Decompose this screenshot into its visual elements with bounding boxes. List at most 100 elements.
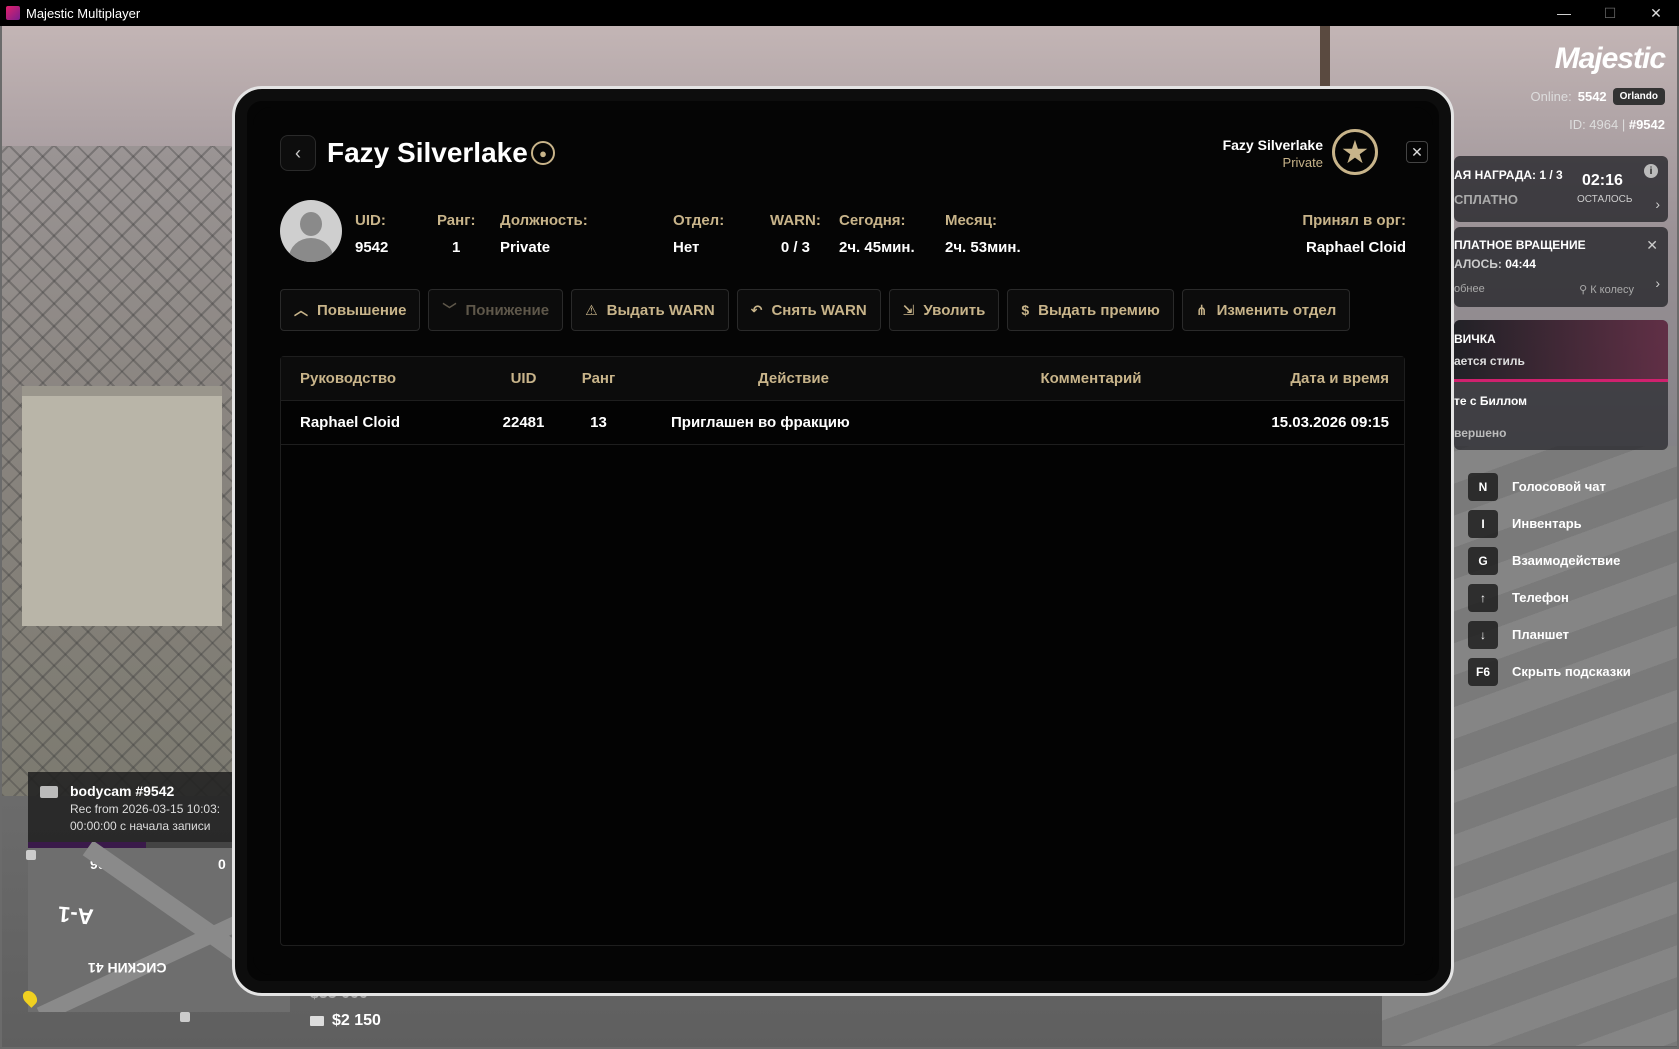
reward-status: СПЛАТНО bbox=[1454, 192, 1519, 207]
change-department-button[interactable]: ⋔ Изменить отдел bbox=[1181, 289, 1351, 331]
hint-hide: F6 Скрыть подсказки bbox=[1468, 653, 1631, 690]
quest-done: вершено bbox=[1454, 426, 1507, 440]
quest-header bbox=[1454, 320, 1668, 382]
avatar bbox=[280, 200, 342, 262]
daily-reward-card[interactable]: АЯ НАГРАДА: 1 / 3 СПЛАТНО 02:16 ОСТАЛОСЬ… bbox=[1454, 156, 1668, 222]
hierarchy-icon: ⋔ bbox=[1195, 301, 1208, 318]
reward-title: АЯ НАГРАДА: 1 / 3 bbox=[1454, 168, 1563, 182]
remove-warn-button[interactable]: ↶ Снять WARN bbox=[736, 289, 881, 331]
stat-hired-by: Принял в орг: Raphael Cloid bbox=[1302, 212, 1406, 256]
stat-department: Отдел: Нет bbox=[673, 212, 724, 256]
stat-label: Должность: bbox=[500, 212, 588, 229]
hint-key: N bbox=[1468, 472, 1498, 501]
undo-icon: ↶ bbox=[750, 301, 763, 318]
id-value: #9542 bbox=[1628, 117, 1665, 132]
dollar-coin-icon: $ bbox=[1021, 302, 1030, 318]
quest-task: те с Биллом bbox=[1454, 394, 1528, 408]
cell-datetime: 15.03.2026 09:15 bbox=[1271, 414, 1389, 431]
reward-timer: 02:16 bbox=[1582, 172, 1623, 189]
camera-icon bbox=[40, 786, 58, 798]
chevron-right-icon[interactable]: › bbox=[1655, 275, 1660, 291]
app-icon bbox=[6, 6, 20, 20]
stat-value: Нет bbox=[673, 239, 700, 256]
hint-label: Планшет bbox=[1512, 627, 1569, 642]
give-bonus-button[interactable]: $ Выдать премию bbox=[1007, 289, 1174, 331]
warn-doc-icon: ⚠ bbox=[585, 301, 598, 318]
hint-phone: ↑ Телефон bbox=[1468, 579, 1631, 616]
pin-icon: ⚲ bbox=[1579, 284, 1591, 296]
cell-uid: 22481 bbox=[502, 414, 545, 431]
key-hints: N Голосовой чат I Инвентарь G Взаимодействи… bbox=[1468, 468, 1631, 690]
hint-tablet: ↓ Планшет bbox=[1468, 616, 1631, 653]
member-modal: ‹ Fazy Silverlake ● Fazy Silverlake Priv… bbox=[232, 86, 1454, 996]
window-title: Majestic Multiplayer bbox=[26, 5, 141, 21]
chevron-up-icon: ︿ bbox=[294, 302, 308, 318]
reward-timer-label: ОСТАЛОСЬ bbox=[1577, 194, 1633, 205]
spin-option-details[interactable]: обнее bbox=[1454, 283, 1485, 296]
quest-card[interactable]: ВИЧКА ается стиль те с Биллом вершено bbox=[1454, 320, 1668, 450]
promote-button[interactable]: ︿ Повышение bbox=[280, 289, 421, 331]
spin-options: обнее ⚲ К колесу bbox=[1454, 283, 1634, 296]
close-button[interactable]: ✕ bbox=[1406, 141, 1428, 163]
chevron-down-icon: ﹀ bbox=[442, 302, 457, 318]
stat-position: Должность: Private bbox=[500, 212, 588, 256]
spin-remaining: АЛОСЬ: 04:44 bbox=[1454, 257, 1536, 271]
stat-value: Raphael Cloid bbox=[1305, 239, 1406, 256]
stat-value: 0 / 3 bbox=[780, 239, 810, 256]
hint-voice-chat: N Голосовой чат bbox=[1468, 468, 1631, 505]
stat-label: Сегодня: bbox=[839, 212, 906, 229]
stat-value: Private bbox=[500, 239, 551, 256]
modal-content: ‹ Fazy Silverlake ● Fazy Silverlake Priv… bbox=[253, 107, 1433, 975]
demote-button[interactable]: ﹀ Понижение bbox=[428, 289, 564, 331]
building-scenery bbox=[22, 386, 222, 626]
compass-heading: 0 bbox=[218, 856, 226, 872]
hint-key: G bbox=[1468, 546, 1498, 575]
spin-option-wheel[interactable]: ⚲ К колесу bbox=[1579, 283, 1634, 296]
stat-label: Отдел: bbox=[673, 212, 725, 229]
back-button[interactable]: ‹ bbox=[280, 135, 316, 171]
hint-key: I bbox=[1468, 509, 1498, 538]
column-header: Действие bbox=[758, 370, 829, 387]
chevron-right-icon[interactable]: › bbox=[1655, 196, 1660, 212]
bank-amount: $2 150 bbox=[310, 1012, 381, 1030]
fire-user-icon: ⇲ bbox=[902, 301, 915, 318]
fire-button[interactable]: ⇲ Уволить bbox=[888, 289, 1000, 331]
window-controls: — ☐ ✕ bbox=[1541, 0, 1679, 26]
stat-today: Сегодня: 2ч. 45мин. bbox=[839, 212, 915, 256]
action-bar: ︿ Повышение ﹀ Понижение ⚠ Выдать WARN ↶ Снят… bbox=[280, 289, 1351, 331]
column-header: Руководство bbox=[300, 370, 397, 387]
maximize-button[interactable]: ☐ bbox=[1587, 0, 1633, 26]
close-window-button[interactable]: ✕ bbox=[1633, 0, 1679, 26]
stat-value: 2ч. 45мин. bbox=[839, 239, 915, 256]
stat-uid: UID: 9542 bbox=[355, 212, 388, 256]
cell-leader: Raphael Cloid bbox=[300, 414, 401, 431]
lock-icon bbox=[180, 1012, 190, 1022]
stat-label: Месяц: bbox=[945, 212, 997, 229]
player-id: ID: 4964 | #9542 bbox=[1569, 117, 1665, 132]
free-spin-card[interactable]: ПЛАТНОЕ ВРАЩЕНИЕ АЛОСЬ: 04:44 обнее ⚲ К … bbox=[1454, 227, 1668, 307]
hint-key: F6 bbox=[1468, 657, 1498, 686]
stat-warn: WARN: 0 / 3 bbox=[770, 212, 821, 256]
column-header: Комментарий bbox=[1040, 370, 1142, 387]
bodycam-elapsed: 00:00:00 с начала записи bbox=[70, 819, 211, 833]
stat-label: WARN: bbox=[770, 212, 821, 229]
minimize-button[interactable]: — bbox=[1541, 0, 1587, 26]
star-icon: ★ bbox=[1332, 129, 1378, 175]
window-titlebar: Majestic Multiplayer — ☐ ✕ bbox=[0, 0, 1679, 26]
stat-value: 2ч. 53мин. bbox=[945, 239, 1021, 256]
chevron-left-icon: ‹ bbox=[295, 142, 301, 163]
close-icon[interactable]: ✕ bbox=[1646, 237, 1658, 254]
user-badge-icon: ● bbox=[531, 141, 555, 165]
stat-label: UID: bbox=[355, 212, 386, 229]
majestic-logo: Majestic bbox=[1554, 42, 1666, 75]
bodycam-overlay: bodycam #9542 Rec from 2026-03-15 10:03:… bbox=[28, 772, 233, 842]
spin-title: ПЛАТНОЕ ВРАЩЕНИЕ bbox=[1454, 238, 1586, 252]
map-label: A-1 bbox=[56, 901, 95, 930]
stat-value: 9542 bbox=[355, 239, 389, 256]
table-header: Руководство UID Ранг Действие Комментари… bbox=[281, 357, 1404, 401]
id-label: ID: 4964 | bbox=[1569, 117, 1626, 132]
info-icon[interactable]: i bbox=[1644, 164, 1658, 178]
server-tag: Orlando bbox=[1612, 88, 1665, 105]
column-header: UID bbox=[510, 370, 537, 387]
give-warn-button[interactable]: ⚠ Выдать WARN bbox=[571, 289, 729, 331]
